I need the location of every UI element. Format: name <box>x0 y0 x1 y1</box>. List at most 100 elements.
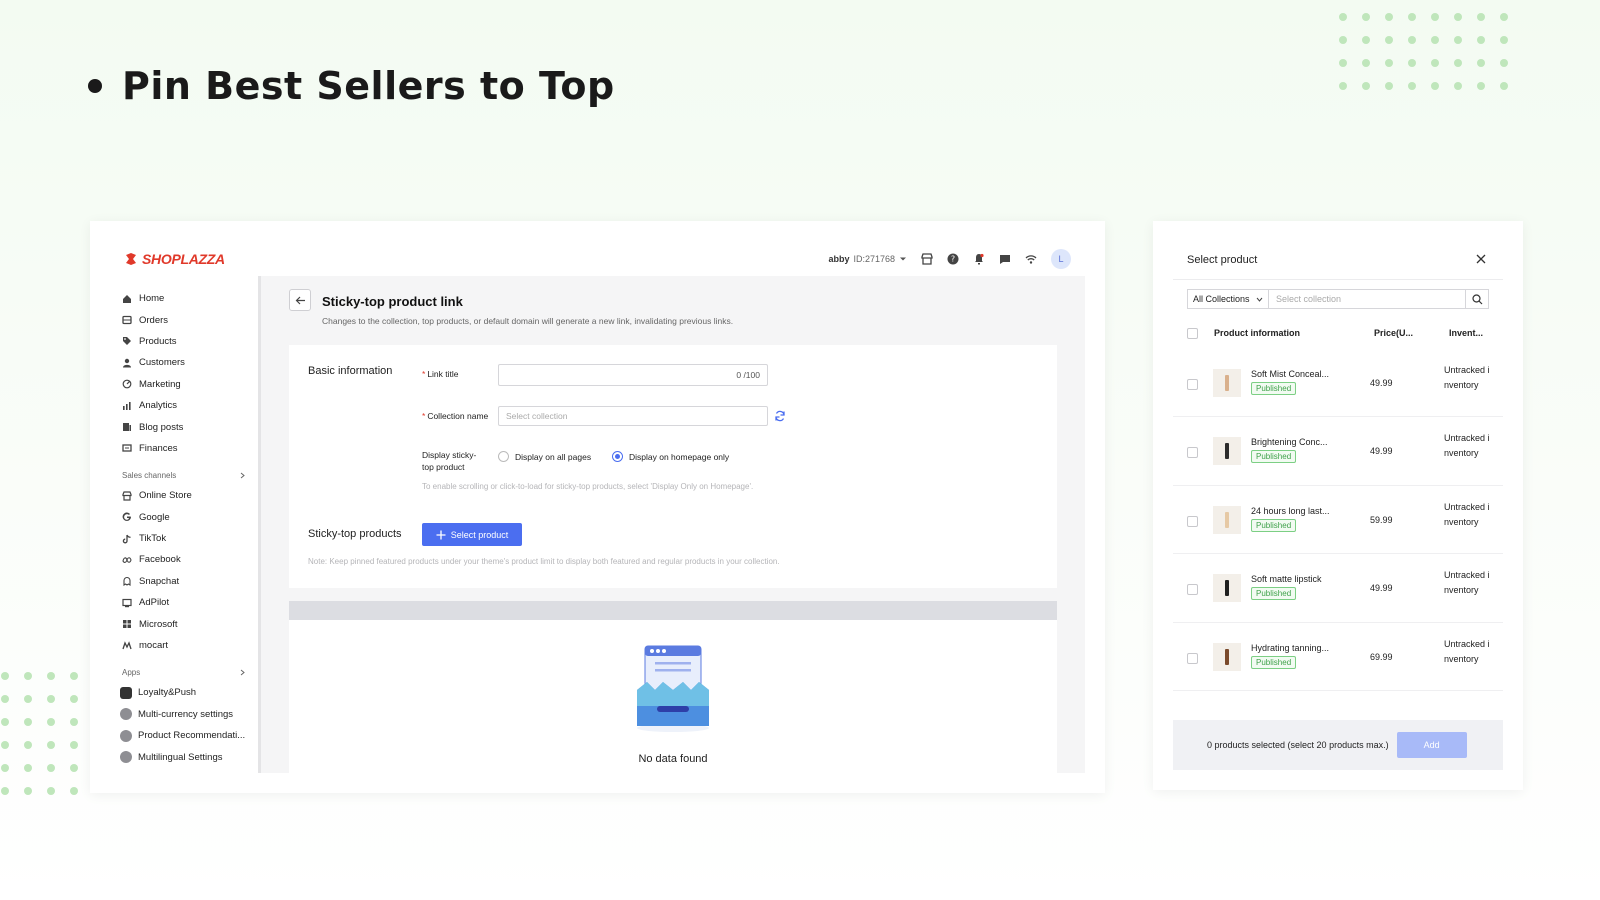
bullet-icon <box>88 79 102 93</box>
sidebar-item-facebook[interactable]: Facebook <box>110 549 258 570</box>
radio-homepage-only-control[interactable] <box>612 451 623 462</box>
sidebar-item-label: Microsoft <box>139 618 178 630</box>
apps-label: Apps <box>122 667 141 677</box>
decorative-dot <box>1339 36 1347 44</box>
radio-all-pages[interactable]: Display on all pages <box>498 451 591 462</box>
decorative-dot <box>1 787 9 795</box>
column-product-info: Product information <box>1214 328 1300 338</box>
logo-text: SHOPLAZZA <box>142 250 225 267</box>
select-product-title: Select product <box>1187 254 1258 266</box>
search-icon <box>1471 293 1482 304</box>
product-bottle-icon <box>1225 511 1229 528</box>
store-icon <box>122 491 132 501</box>
sidebar-item-tiktok[interactable]: TikTok <box>110 528 258 549</box>
product-price: 69.99 <box>1370 651 1393 662</box>
tiktok-icon <box>122 534 132 544</box>
avatar[interactable]: L <box>1051 248 1071 269</box>
help-icon[interactable]: ? <box>947 253 959 265</box>
product-row[interactable]: Soft matte lipstick Published 49.99 Untrack… <box>1173 554 1503 623</box>
close-icon[interactable] <box>1475 253 1487 265</box>
decorative-dot <box>1 718 9 726</box>
product-checkbox[interactable] <box>1187 515 1198 527</box>
product-row[interactable]: Untracke <box>1173 691 1503 705</box>
column-price: Price(U... <box>1374 328 1414 338</box>
product-checkbox[interactable] <box>1187 584 1198 596</box>
admin-screenshot-card: SHOPLAZZA abby ID:271768 ? L Home Orders P… <box>90 221 1105 793</box>
product-checkbox[interactable] <box>1187 652 1198 664</box>
page-title: Sticky-top product link <box>322 294 463 309</box>
sticky-products-label: Sticky-top products <box>308 528 402 540</box>
radio-homepage-only[interactable]: Display on homepage only <box>612 451 729 462</box>
back-button[interactable] <box>289 289 311 311</box>
sidebar-item-orders[interactable]: Orders <box>110 309 258 330</box>
refresh-icon[interactable] <box>774 410 786 422</box>
product-checkbox[interactable] <box>1187 447 1198 459</box>
collection-select[interactable]: Select collection <box>498 406 768 426</box>
message-icon[interactable] <box>999 253 1011 265</box>
sidebar-item-snapchat[interactable]: Snapchat <box>110 571 258 592</box>
select-product-button[interactable]: Select product <box>422 523 522 546</box>
sidebar-item-home[interactable]: Home <box>110 288 258 309</box>
product-price: 49.99 <box>1370 378 1393 388</box>
chevron-down-icon <box>1256 297 1263 302</box>
sales-channels-header[interactable]: Sales channels <box>110 459 258 485</box>
status-badge: Published <box>1251 655 1297 669</box>
bar-chart-icon <box>122 401 132 411</box>
slide-heading-text: Pin Best Sellers to Top <box>122 64 615 108</box>
mocart-icon <box>122 640 132 651</box>
decorative-dot <box>1454 13 1462 21</box>
product-row[interactable]: Soft Mist Conceal... Published 49.99 Untrac… <box>1173 349 1503 418</box>
arrow-left-icon <box>295 296 305 304</box>
link-title-input[interactable]: 0 /100 <box>498 364 768 386</box>
decorative-dot <box>1385 13 1393 21</box>
sidebar-app-loyalty-push[interactable]: Loyalty&Push <box>110 682 258 703</box>
sidebar-item-marketing[interactable]: Marketing <box>110 374 258 395</box>
sidebar-item-products[interactable]: Products <box>110 331 258 352</box>
product-row[interactable]: Brightening Conc... Published 49.99 Untrack… <box>1173 417 1503 486</box>
sidebar-item-finances[interactable]: Finances <box>110 438 258 459</box>
product-price: 49.99 <box>1370 446 1393 457</box>
product-row[interactable]: Hydrating tanning... Published 69.99 Untrac… <box>1173 623 1503 691</box>
sidebar-item-adpilot[interactable]: AdPilot <box>110 592 258 613</box>
collection-filter-select[interactable]: All Collections <box>1187 289 1269 309</box>
sidebar-item-google[interactable]: Google <box>110 507 258 528</box>
sidebar-app-multilingual-settings[interactable]: Multilingual Settings <box>110 746 258 767</box>
sidebar-item-label: Facebook <box>139 554 181 566</box>
decorative-dot <box>70 672 78 680</box>
sidebar-item-online-store[interactable]: Online Store <box>110 485 258 506</box>
decorative-dot <box>1500 59 1508 67</box>
sidebar-app-multi-currency-settings[interactable]: Multi-currency settings <box>110 704 258 725</box>
sidebar-item-blog-posts[interactable]: Blog posts <box>110 416 258 437</box>
shoplazza-logo[interactable]: SHOPLAZZA <box>124 251 225 267</box>
product-name: Soft Mist Conceal... <box>1251 369 1330 379</box>
sidebar-item-analytics[interactable]: Analytics <box>110 395 258 416</box>
decorative-dot <box>1385 59 1393 67</box>
sidebar-item-label: Blog posts <box>139 421 184 433</box>
decorative-dot <box>47 672 55 680</box>
select-all-checkbox[interactable] <box>1187 327 1198 339</box>
apps-header[interactable]: Apps <box>110 656 258 682</box>
product-thumbnail <box>1213 505 1241 534</box>
add-button[interactable]: Add <box>1396 732 1467 758</box>
store-icon[interactable] <box>921 252 933 265</box>
search-button[interactable] <box>1466 289 1489 309</box>
sales-channels-label: Sales channels <box>122 470 177 480</box>
sidebar-item-mocart[interactable]: mocart <box>110 635 258 656</box>
product-checkbox[interactable] <box>1187 379 1198 390</box>
product-search-input[interactable]: Select collection <box>1269 289 1466 309</box>
collection-name-label: * Collection name <box>422 411 489 421</box>
sidebar: Home Orders Products Customers Marketing Anal… <box>110 276 261 773</box>
sidebar-item-microsoft[interactable]: Microsoft <box>110 613 258 634</box>
sidebar-app-product-recommendati-[interactable]: Product Recommendati... <box>110 725 258 746</box>
radio-all-pages-control[interactable] <box>498 451 509 462</box>
sticky-note: Note: Keep pinned featured products unde… <box>308 557 780 566</box>
status-badge: Published <box>1251 587 1297 601</box>
wifi-icon[interactable] <box>1025 253 1037 265</box>
decorative-dot <box>1477 59 1485 67</box>
user-icon <box>122 358 132 368</box>
blog-icon <box>122 422 132 432</box>
account-switcher[interactable]: abby ID:271768 <box>828 254 907 264</box>
sidebar-item-customers[interactable]: Customers <box>110 352 258 373</box>
product-row[interactable]: 24 hours long last... Published 59.99 Untra… <box>1173 486 1503 555</box>
bell-icon[interactable] <box>973 253 985 265</box>
